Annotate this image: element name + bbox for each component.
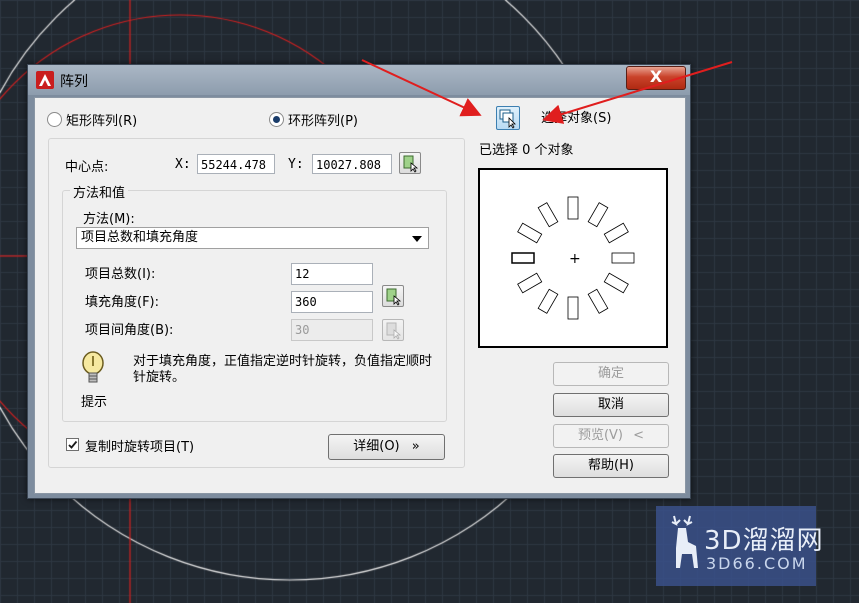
array-item-preview xyxy=(611,252,635,264)
lightbulb-icon xyxy=(81,350,105,388)
total-items-label: 项目总数(I): xyxy=(85,267,156,282)
center-y-input[interactable]: 10027.808 xyxy=(312,154,392,174)
dialog-client-area: 矩形阵列(R) 环形阵列(P) 中心点: X: 55244.478 Y: 100… xyxy=(34,97,686,494)
select-objects-button[interactable] xyxy=(496,106,520,130)
pick-angle-icon xyxy=(386,322,402,340)
angle-between-input: 30 xyxy=(291,319,373,341)
pick-center-button[interactable] xyxy=(399,152,421,174)
deer-logo-icon xyxy=(671,515,698,568)
array-item-preview xyxy=(567,296,579,320)
array-item-preview xyxy=(517,222,543,244)
help-button[interactable]: 帮助(H) xyxy=(553,454,669,478)
array-item-preview xyxy=(587,288,609,314)
preview-button: 预览(V) < xyxy=(553,424,669,448)
pick-fill-angle-button[interactable] xyxy=(382,285,404,307)
rotate-items-checkbox[interactable] xyxy=(66,438,79,451)
collapse-arrow-icon: < xyxy=(633,428,645,443)
fill-angle-input[interactable]: 360 xyxy=(291,291,373,313)
details-button[interactable]: 详细(O) » xyxy=(328,434,445,460)
rect-array-label[interactable]: 矩形阵列(R) xyxy=(66,110,137,129)
rotate-items-label[interactable]: 复制时旋转项目(T) xyxy=(85,436,194,455)
center-x-input[interactable]: 55244.478 xyxy=(197,154,275,174)
array-item-preview xyxy=(537,202,559,228)
preview-button-label: 预览(V) xyxy=(577,428,623,443)
center-x-label: X: xyxy=(175,157,191,172)
watermark-text: 3D溜溜网 xyxy=(704,526,824,556)
cancel-button[interactable]: 取消 xyxy=(553,393,669,417)
checkmark-icon xyxy=(68,440,78,449)
array-item-preview xyxy=(517,272,543,294)
method-select-value: 项目总数和填充角度 xyxy=(81,230,199,245)
center-y-label: Y: xyxy=(288,157,304,172)
center-marker-icon: + xyxy=(569,251,581,267)
selected-count-text: 已选择 0 个对象 xyxy=(479,143,574,158)
array-item-preview xyxy=(603,222,629,244)
method-select[interactable]: 项目总数和填充角度 xyxy=(76,227,429,249)
fill-angle-label: 填充角度(F): xyxy=(85,295,160,310)
chevron-down-icon xyxy=(412,236,422,242)
ok-button: 确定 xyxy=(553,362,669,386)
details-button-label: 详细(O) xyxy=(353,439,400,454)
array-item-preview xyxy=(603,272,629,294)
polar-array-label[interactable]: 环形阵列(P) xyxy=(288,110,358,129)
polar-array-radio[interactable] xyxy=(269,112,284,127)
pick-angle-icon xyxy=(386,288,402,306)
dialog-title: 阵列 xyxy=(60,74,88,90)
array-preview: + xyxy=(478,168,668,348)
array-item-preview xyxy=(587,202,609,228)
select-objects-label[interactable]: 选择对象(S) xyxy=(541,107,611,126)
array-item-preview xyxy=(567,196,579,220)
total-items-input[interactable]: 12 xyxy=(291,263,373,285)
watermark-logo: 3D溜溜网 3D66.COM xyxy=(656,506,823,586)
expand-chevron-icon: » xyxy=(411,439,420,454)
autocad-logo-icon xyxy=(36,71,54,89)
pick-point-icon xyxy=(403,155,419,173)
preview-drawing: + xyxy=(511,196,635,320)
rect-array-radio[interactable] xyxy=(47,112,62,127)
tip-label: 提示 xyxy=(81,395,108,410)
angle-between-label: 项目间角度(B): xyxy=(85,323,174,338)
watermark-subtext: 3D66.COM xyxy=(706,554,808,573)
pick-angle-between-button xyxy=(382,319,404,341)
tip-text: 对于填充角度，正值指定逆时针旋转，负值指定顺时针旋转。 xyxy=(133,354,433,385)
select-objects-icon xyxy=(499,109,516,129)
array-item-preview xyxy=(511,252,535,264)
close-button[interactable]: X xyxy=(626,66,686,90)
dialog-titlebar[interactable]: 阵列 X xyxy=(28,65,690,95)
method-values-title: 方法和值 xyxy=(70,182,129,201)
method-label: 方法(M): xyxy=(83,212,135,227)
array-dialog: 阵列 X 矩形阵列(R) 环形阵列(P) 中心点: X: 55244.478 Y… xyxy=(27,64,691,499)
center-point-label: 中心点: xyxy=(65,160,109,175)
array-item-preview xyxy=(537,288,559,314)
